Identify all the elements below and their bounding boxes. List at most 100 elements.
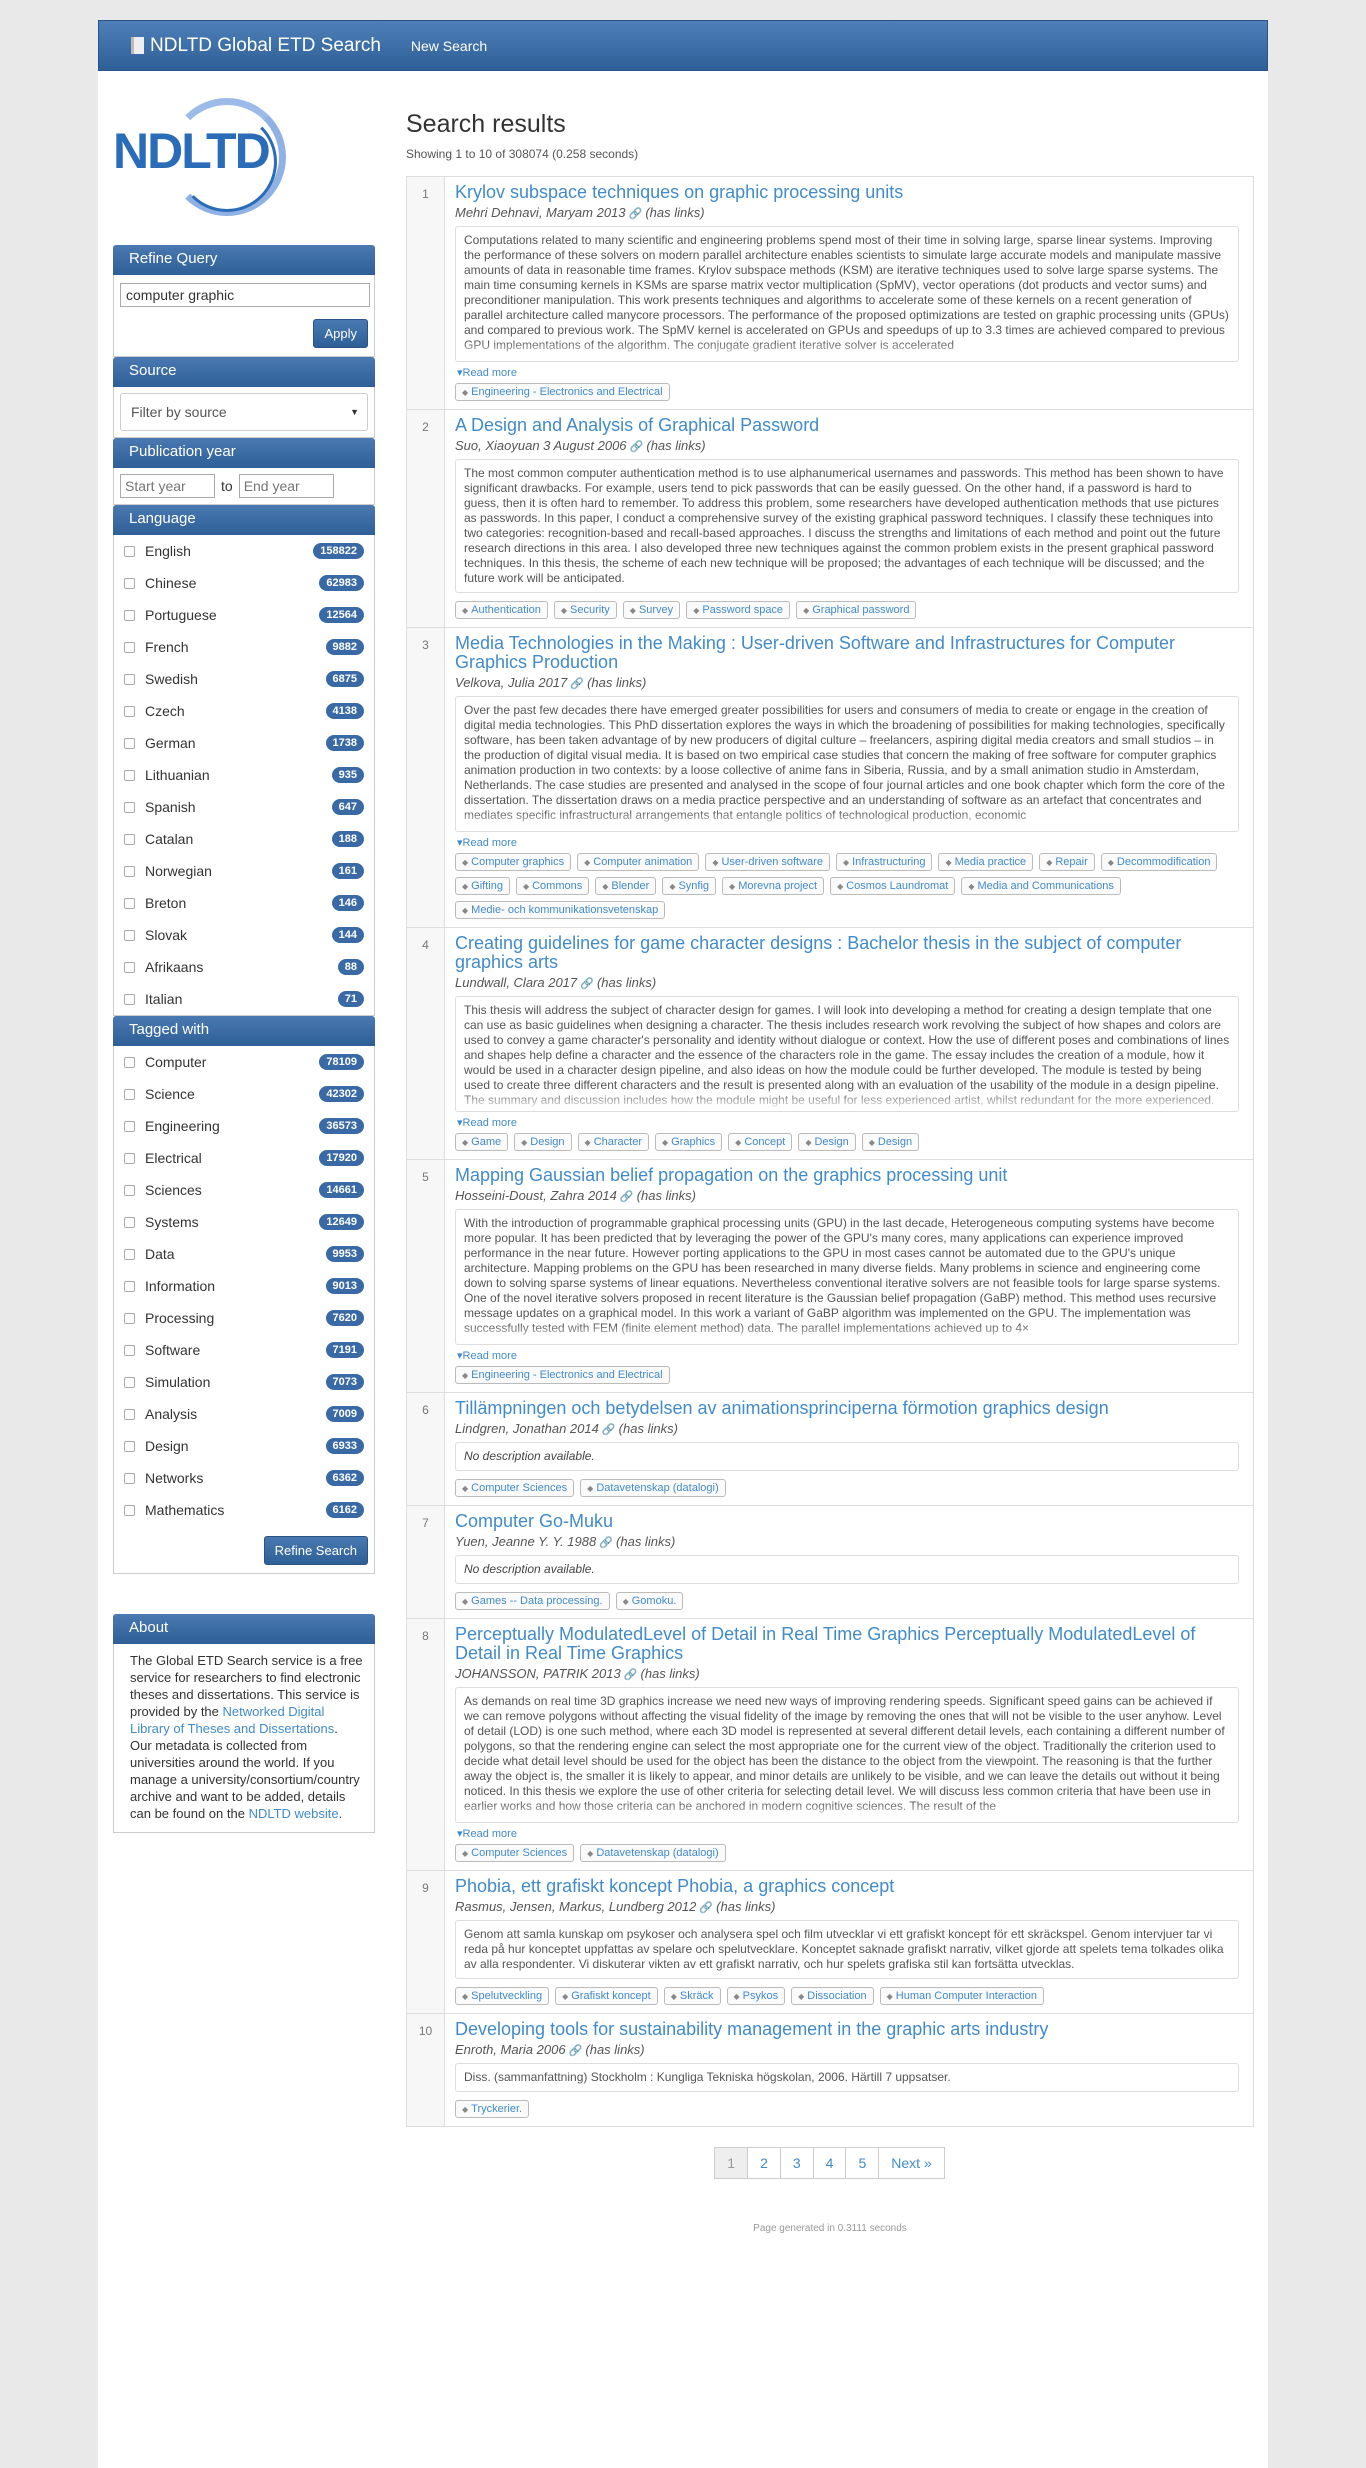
tag-link[interactable]: ◆ Grafiskt koncept: [555, 1987, 658, 2005]
read-more-link[interactable]: ▾Read more: [457, 366, 1239, 379]
tag-link[interactable]: ◆ Design: [514, 1133, 572, 1151]
result-title-link[interactable]: Computer Go-Muku: [455, 1512, 1239, 1531]
result-title-link[interactable]: Developing tools for sustainability mana…: [455, 2020, 1239, 2039]
tag-link[interactable]: ◆ Media and Communications: [961, 877, 1121, 895]
tag-link[interactable]: ◆ Graphical password: [796, 601, 917, 619]
tag-link[interactable]: ◆ Games -- Data processing.: [455, 1592, 610, 1610]
result-title-link[interactable]: Krylov subspace techniques on graphic pr…: [455, 183, 1239, 202]
result-title-link[interactable]: Perceptually ModulatedLevel of Detail in…: [455, 1625, 1239, 1663]
next-page-link[interactable]: Next »: [878, 2147, 945, 2179]
tag-link[interactable]: ◆ Game: [455, 1133, 509, 1151]
tag-filter-simulation[interactable]: Simulation 7073: [120, 1366, 368, 1398]
tag-link[interactable]: ◆ Synfig: [662, 877, 717, 895]
checkbox[interactable]: [124, 705, 135, 717]
read-more-link[interactable]: ▾Read more: [457, 836, 1239, 849]
read-more-link[interactable]: ▾Read more: [457, 1349, 1239, 1362]
language-filter-slovak[interactable]: Slovak 144: [120, 919, 368, 951]
checkbox[interactable]: [124, 1152, 135, 1164]
tag-link[interactable]: ◆ Gomoku.: [615, 1592, 684, 1610]
language-filter-italian[interactable]: Italian 71: [120, 983, 368, 1015]
page-4-link[interactable]: 4: [812, 2147, 847, 2179]
tag-link[interactable]: ◆ Psykos: [726, 1987, 786, 2005]
tag-filter-software[interactable]: Software 7191: [120, 1334, 368, 1366]
language-filter-french[interactable]: French 9882: [120, 631, 368, 663]
apply-button[interactable]: Apply: [313, 319, 368, 348]
tag-filter-systems[interactable]: Systems 12649: [120, 1206, 368, 1238]
tag-filter-computer[interactable]: Computer 78109: [120, 1046, 368, 1078]
tag-filter-mathematics[interactable]: Mathematics 6162: [120, 1494, 368, 1526]
new-search-link[interactable]: New Search: [411, 38, 487, 54]
checkbox[interactable]: [124, 897, 135, 909]
tag-link[interactable]: ◆ Decommodification: [1100, 853, 1218, 871]
tag-link[interactable]: ◆ Datavetenskap (datalogi): [580, 1479, 726, 1497]
tag-link[interactable]: ◆ Medie- och kommunikationsvetenskap: [455, 901, 666, 919]
checkbox[interactable]: [124, 1248, 135, 1260]
tag-link[interactable]: ◆ Password space: [686, 601, 791, 619]
result-title-link[interactable]: Media Technologies in the Making : User-…: [455, 634, 1239, 672]
tag-link[interactable]: ◆ Graphics: [654, 1133, 723, 1151]
tag-link[interactable]: ◆ Infrastructuring: [835, 853, 933, 871]
page-1-link[interactable]: 1: [714, 2147, 749, 2179]
read-more-link[interactable]: ▾Read more: [457, 1827, 1239, 1840]
tag-link[interactable]: ◆ Datavetenskap (datalogi): [580, 1844, 726, 1862]
tag-link[interactable]: ◆ Blender: [595, 877, 657, 895]
tag-link[interactable]: ◆ Security: [553, 601, 617, 619]
language-filter-afrikaans[interactable]: Afrikaans 88: [120, 951, 368, 983]
language-filter-german[interactable]: German 1738: [120, 727, 368, 759]
tag-link[interactable]: ◆ Computer graphics: [455, 853, 572, 871]
checkbox[interactable]: [124, 961, 135, 973]
result-title-link[interactable]: Tillämpningen och betydelsen av animatio…: [455, 1399, 1239, 1418]
tag-link[interactable]: ◆ Gifting: [455, 877, 510, 895]
ndltd-logo[interactable]: NDLTD: [113, 98, 375, 218]
page-5-link[interactable]: 5: [845, 2147, 880, 2179]
checkbox[interactable]: [124, 1280, 135, 1292]
tag-link[interactable]: ◆ Engineering - Electronics and Electrica…: [455, 1366, 670, 1384]
language-filter-norwegian[interactable]: Norwegian 161: [120, 855, 368, 887]
language-filter-breton[interactable]: Breton 146: [120, 887, 368, 919]
tag-link[interactable]: ◆ Character: [577, 1133, 649, 1151]
source-select[interactable]: Filter by source ▼: [120, 393, 368, 431]
checkbox[interactable]: [124, 641, 135, 653]
checkbox[interactable]: [124, 1088, 135, 1100]
checkbox[interactable]: [124, 1344, 135, 1356]
tag-link[interactable]: ◆ Dissociation: [791, 1987, 874, 2005]
language-filter-portuguese[interactable]: Portuguese 12564: [120, 599, 368, 631]
page-2-link[interactable]: 2: [747, 2147, 781, 2179]
tag-link[interactable]: ◆ Skräck: [663, 1987, 721, 2005]
brand-link[interactable]: NDLTD Global ETD Search: [131, 35, 381, 57]
tag-link[interactable]: ◆ Repair: [1039, 853, 1095, 871]
tag-link[interactable]: ◆ Computer Sciences: [455, 1844, 575, 1862]
tag-link[interactable]: ◆ Morevna project: [722, 877, 825, 895]
tag-filter-networks[interactable]: Networks 6362: [120, 1462, 368, 1494]
checkbox[interactable]: [124, 1472, 135, 1484]
tag-filter-analysis[interactable]: Analysis 7009: [120, 1398, 368, 1430]
ndltd-website-link[interactable]: NDLTD website: [249, 1806, 339, 1821]
checkbox[interactable]: [124, 1056, 135, 1068]
tag-link[interactable]: ◆ Cosmos Laundromat: [830, 877, 956, 895]
language-filter-lithuanian[interactable]: Lithuanian 935: [120, 759, 368, 791]
tag-link[interactable]: ◆ User-driven software: [705, 853, 830, 871]
tag-link[interactable]: ◆ Engineering - Electronics and Electrica…: [455, 383, 670, 401]
read-more-link[interactable]: ▾Read more: [457, 1116, 1239, 1129]
checkbox[interactable]: [124, 769, 135, 781]
tag-filter-science[interactable]: Science 42302: [120, 1078, 368, 1110]
tag-filter-information[interactable]: Information 9013: [120, 1270, 368, 1302]
checkbox[interactable]: [124, 577, 135, 589]
language-filter-swedish[interactable]: Swedish 6875: [120, 663, 368, 695]
checkbox[interactable]: [124, 1504, 135, 1516]
tag-link[interactable]: ◆ Spelutveckling: [455, 1987, 550, 2005]
result-title-link[interactable]: Mapping Gaussian belief propagation on t…: [455, 1166, 1239, 1185]
language-filter-czech[interactable]: Czech 4138: [120, 695, 368, 727]
refine-search-button[interactable]: Refine Search: [263, 1536, 368, 1565]
result-title-link[interactable]: A Design and Analysis of Graphical Passw…: [455, 416, 1239, 435]
tag-filter-sciences[interactable]: Sciences 14661: [120, 1174, 368, 1206]
checkbox[interactable]: [124, 609, 135, 621]
checkbox[interactable]: [124, 801, 135, 813]
checkbox[interactable]: [124, 865, 135, 877]
checkbox[interactable]: [124, 1376, 135, 1388]
checkbox[interactable]: [124, 1408, 135, 1420]
checkbox[interactable]: [124, 833, 135, 845]
checkbox[interactable]: [124, 673, 135, 685]
checkbox[interactable]: [124, 1440, 135, 1452]
language-filter-chinese[interactable]: Chinese 62983: [120, 567, 368, 599]
